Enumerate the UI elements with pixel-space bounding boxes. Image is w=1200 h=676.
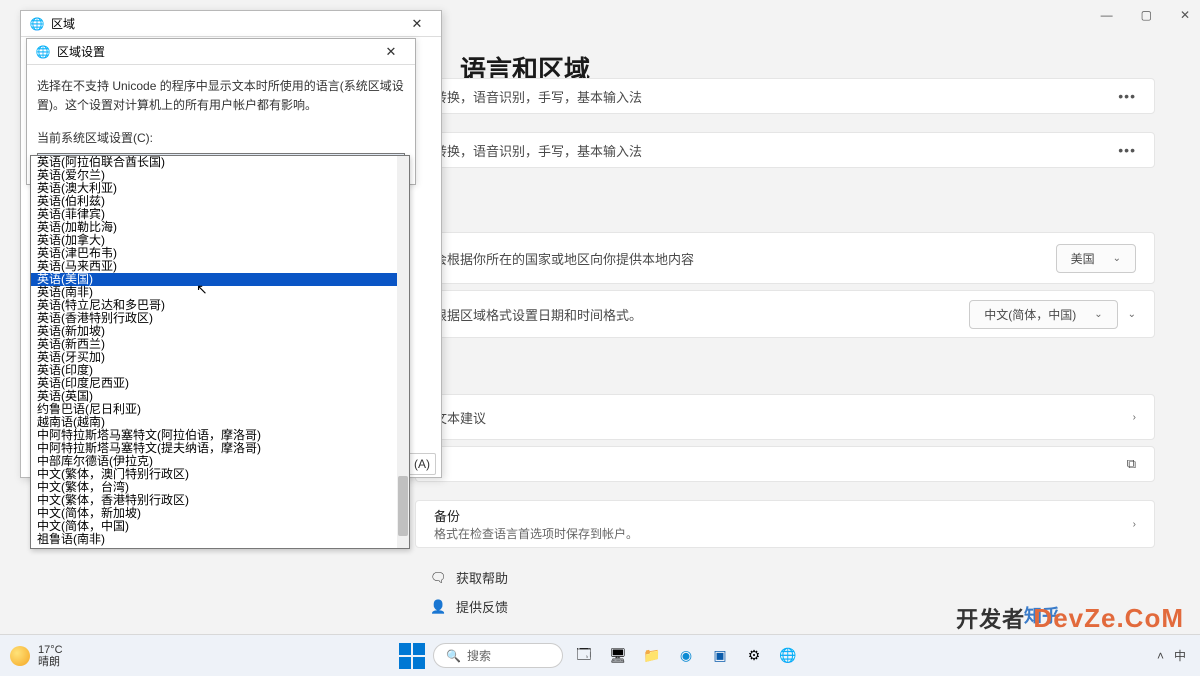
card2-text: 转换，语音识别，手写，基本输入法	[434, 141, 642, 160]
regional-format-dropdown[interactable]: 中文(简体，中国) ⌄	[969, 300, 1117, 329]
edge-icon[interactable]: ◉	[673, 643, 699, 669]
weather-text: 17°C 晴朗	[38, 644, 63, 668]
feedback-icon: 👤	[430, 599, 446, 615]
file-explorer-icon[interactable]: 📁	[639, 643, 665, 669]
help-text: 获取帮助	[456, 568, 508, 587]
temperature: 17°C	[38, 644, 63, 656]
search-placeholder: 搜索	[467, 647, 491, 664]
region-settings-description: 选择在不支持 Unicode 的程序中显示文本时所使用的语言(系统区域设置)。这…	[37, 77, 405, 115]
feedback-link[interactable]: 👤 提供反馈	[430, 597, 508, 616]
system-tray[interactable]: ˄ 中	[1157, 647, 1200, 664]
expand-chevron-icon[interactable]: ⌄	[1128, 309, 1136, 320]
admin-language-row[interactable]: ⧉	[415, 446, 1155, 482]
taskbar-center: 🔍 搜索 🗔 🖥 📁 ◉ ▣ ⚙ 🌐	[399, 643, 801, 669]
close-icon[interactable]: ✕	[401, 16, 433, 32]
search-icon: 🔍	[446, 649, 461, 663]
backup-title: 备份	[434, 506, 638, 525]
regional-format-value: 中文(简体，中国)	[984, 306, 1076, 323]
more-icon[interactable]: •••	[1118, 142, 1136, 158]
chevron-down-icon: ⌄	[1113, 253, 1121, 264]
system-locale-label: 当前系统区域设置(C):	[37, 129, 405, 148]
apply-button-fragment[interactable]: (A)	[408, 453, 436, 475]
text-suggestions-row[interactable]: 文本建议 ›	[415, 394, 1155, 440]
country-dropdown[interactable]: 美国 ⌄	[1056, 244, 1136, 273]
globe-icon: 🌐	[29, 16, 45, 32]
region-dialog-titlebar[interactable]: 🌐 区域 ✕	[21, 11, 441, 37]
card3-text: 会根据你所在的国家或地区向你提供本地内容	[434, 249, 694, 268]
chevron-right-icon: ›	[1133, 519, 1136, 530]
region-settings-titlebar[interactable]: 🌐 区域设置 ✕	[27, 39, 415, 65]
locale-option[interactable]: 祖鲁语(南非)	[31, 533, 397, 546]
settings-icon[interactable]: ⚙	[741, 643, 767, 669]
more-icon[interactable]: •••	[1118, 88, 1136, 104]
maximize-icon[interactable]: ▢	[1141, 8, 1152, 22]
close-icon[interactable]: ✕	[1180, 8, 1190, 22]
ime-indicator[interactable]: 中	[1174, 647, 1186, 664]
weather-desc: 晴朗	[38, 656, 63, 668]
apply-label: (A)	[414, 457, 430, 471]
chevron-down-icon: ⌄	[1094, 309, 1102, 320]
pinned-app-2[interactable]: 🌐	[775, 643, 801, 669]
window-controls: — ▢ ✕	[1101, 8, 1190, 22]
country-region-row[interactable]: 会根据你所在的国家或地区向你提供本地内容 美国 ⌄	[415, 232, 1155, 284]
help-icon: 🗨	[430, 570, 446, 586]
backup-sub: 格式在检查语言首选项时保存到帐户。	[434, 525, 638, 542]
chevron-right-icon: ›	[1133, 412, 1136, 423]
close-icon[interactable]: ✕	[375, 44, 407, 60]
language-pack-item-1[interactable]: 转换，语音识别，手写，基本输入法 •••	[415, 78, 1155, 114]
taskbar-search[interactable]: 🔍 搜索	[433, 643, 563, 668]
language-pack-item-2[interactable]: 转换，语音识别，手写，基本输入法 •••	[415, 132, 1155, 168]
locale-dropdown-list[interactable]: 英语(阿拉伯联合酋长国)英语(爱尔兰)英语(澳大利亚)英语(伯利兹)英语(菲律宾…	[30, 155, 410, 549]
start-button[interactable]	[399, 643, 425, 669]
backup-text-group: 备份 格式在检查语言首选项时保存到帐户。	[434, 506, 638, 542]
weather-widget[interactable]: 17°C 晴朗	[0, 644, 63, 668]
card4-text: 根据区域格式设置日期和时间格式。	[434, 305, 642, 324]
country-value: 美国	[1071, 250, 1095, 267]
locale-scrollbar[interactable]	[397, 156, 409, 548]
taskbar: 17°C 晴朗 🔍 搜索 🗔 🖥 📁 ◉ ▣ ⚙ 🌐 ˄ 中	[0, 634, 1200, 676]
pinned-app-1[interactable]: 🖥	[605, 643, 631, 669]
taskview-icon[interactable]: 🗔	[571, 643, 597, 669]
backup-row[interactable]: 备份 格式在检查语言首选项时保存到帐户。 ›	[415, 500, 1155, 548]
region-settings-title: 区域设置	[57, 43, 105, 60]
regional-format-row[interactable]: 根据区域格式设置日期和时间格式。 中文(简体，中国) ⌄ ⌄	[415, 290, 1155, 338]
get-help-link[interactable]: 🗨 获取帮助	[430, 568, 508, 587]
locale-scroll-thumb[interactable]	[398, 476, 408, 536]
help-links: 🗨 获取帮助 👤 提供反馈	[430, 568, 508, 626]
feedback-text: 提供反馈	[456, 597, 508, 616]
watermark-devze: 开发者 DevZe.CoM	[956, 602, 1184, 634]
globe-icon: 🌐	[35, 44, 51, 60]
store-icon[interactable]: ▣	[707, 643, 733, 669]
external-link-icon: ⧉	[1127, 456, 1136, 472]
minimize-icon[interactable]: —	[1101, 8, 1113, 22]
region-dialog-title: 区域	[51, 15, 75, 32]
card1-text: 转换，语音识别，手写，基本输入法	[434, 87, 642, 106]
sun-icon	[10, 646, 30, 666]
tray-chevron-icon[interactable]: ˄	[1157, 649, 1164, 663]
